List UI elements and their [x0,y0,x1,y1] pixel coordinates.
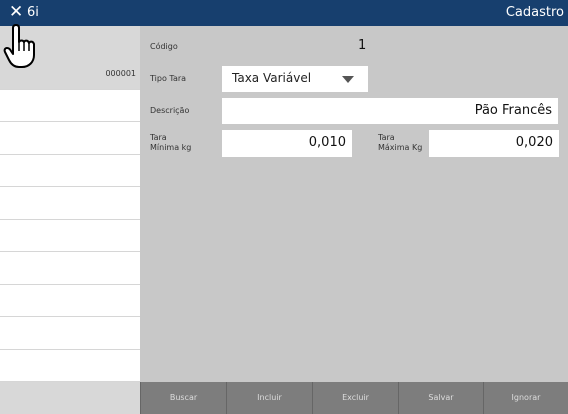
list-item[interactable] [0,220,140,252]
tipo-tara-selected: Taxa Variável [232,71,312,85]
chevron-down-icon[interactable] [342,76,354,83]
codigo-value: 1 [358,38,367,53]
tara-minima-field[interactable]: 0,010 [222,130,352,157]
hand-pointer-icon [3,24,35,68]
ignorar-button[interactable]: Ignorar [483,382,568,414]
descricao-value: Pão Francês [474,103,552,118]
tara-maxima-field[interactable]: 0,020 [429,130,559,157]
tara-maxima-label-line2: Máxima Kg [378,143,423,152]
record-list: 000001 [0,26,140,382]
action-toolbar: Buscar Incluir Excluir Salvar Ignorar [140,382,568,414]
form-panel: Código 1 Tipo Tara Taxa Variável Descriç… [140,26,568,382]
list-item[interactable] [0,188,140,220]
codigo-label: Código [150,42,178,51]
descricao-label: Descrição [150,106,190,115]
tara-minima-value: 0,010 [308,135,346,150]
list-item[interactable] [0,253,140,285]
screen-title: Cadastro [505,5,564,20]
list-item[interactable] [0,123,140,155]
tara-minima-label-line1: Tara [150,133,167,142]
tara-minima-label-line2: Mínima kg [150,143,192,152]
tipo-tara-label: Tipo Tara [150,74,187,83]
list-item-code: 000001 [105,69,136,78]
list-item[interactable] [0,318,140,350]
tipo-tara-select[interactable]: Taxa Variável [222,66,368,92]
list-item[interactable] [0,90,140,122]
list-footer [0,382,140,414]
list-item[interactable] [0,350,140,382]
list-item[interactable] [0,285,140,317]
app-code: 6i [27,5,39,20]
salvar-button[interactable]: Salvar [398,382,483,414]
tara-maxima-label-line1: Tara [378,133,395,142]
title-bar: ✕ 6i Cadastro [0,0,568,26]
buscar-button[interactable]: Buscar [140,382,226,414]
close-icon[interactable]: ✕ [9,2,23,22]
excluir-button[interactable]: Excluir [312,382,398,414]
descricao-field[interactable]: Pão Francês [222,98,558,124]
list-item[interactable] [0,155,140,187]
incluir-button[interactable]: Incluir [226,382,312,414]
tara-maxima-value: 0,020 [515,135,553,150]
